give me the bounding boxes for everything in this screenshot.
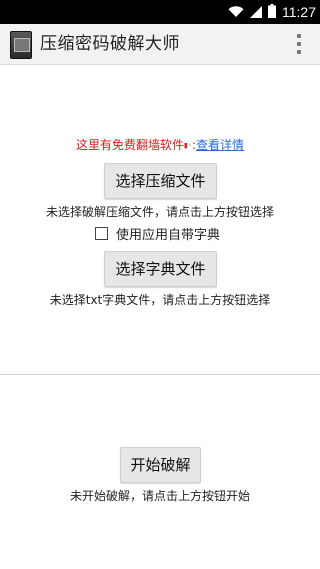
battery-icon	[268, 3, 276, 22]
dictionary-hint: 未选择txt字典文件，请点击上方按钮选择	[49, 293, 271, 307]
promo-line: 这里有免费翻墙软件▮◦:查看详情	[0, 137, 320, 154]
bundled-dictionary-checkbox[interactable]	[95, 226, 108, 240]
promo-text: 这里有免费翻墙软件	[75, 138, 184, 152]
crack-hint: 未开始破解，请点击上方按钮开始	[69, 489, 250, 503]
app-title: 压缩密码破解大师	[40, 34, 180, 54]
promo-details-link[interactable]: 查看详情	[196, 138, 244, 152]
start-crack-button[interactable]: 开始破解	[120, 447, 201, 483]
signal-icon	[250, 3, 262, 22]
status-time: 11:27	[282, 4, 316, 20]
status-bar: 11:27	[0, 0, 320, 24]
select-dictionary-button[interactable]: 选择字典文件	[104, 251, 217, 287]
section-divider	[0, 374, 320, 375]
overflow-menu-icon[interactable]	[296, 34, 302, 54]
status-icons: 11:27	[228, 0, 316, 24]
bundled-dictionary-label: 使用应用自带字典	[116, 227, 221, 243]
action-bar: 压缩密码破解大师	[0, 24, 320, 65]
select-archive-button[interactable]: 选择压缩文件	[104, 163, 217, 199]
wifi-icon	[228, 3, 244, 22]
bundled-dictionary-option[interactable]: 使用应用自带字典	[95, 224, 221, 243]
app-icon	[10, 31, 32, 59]
archive-hint: 未选择破解压缩文件，请点击上方按钮选择	[45, 205, 274, 219]
promo-badge-icon: ▮◦	[183, 141, 192, 150]
